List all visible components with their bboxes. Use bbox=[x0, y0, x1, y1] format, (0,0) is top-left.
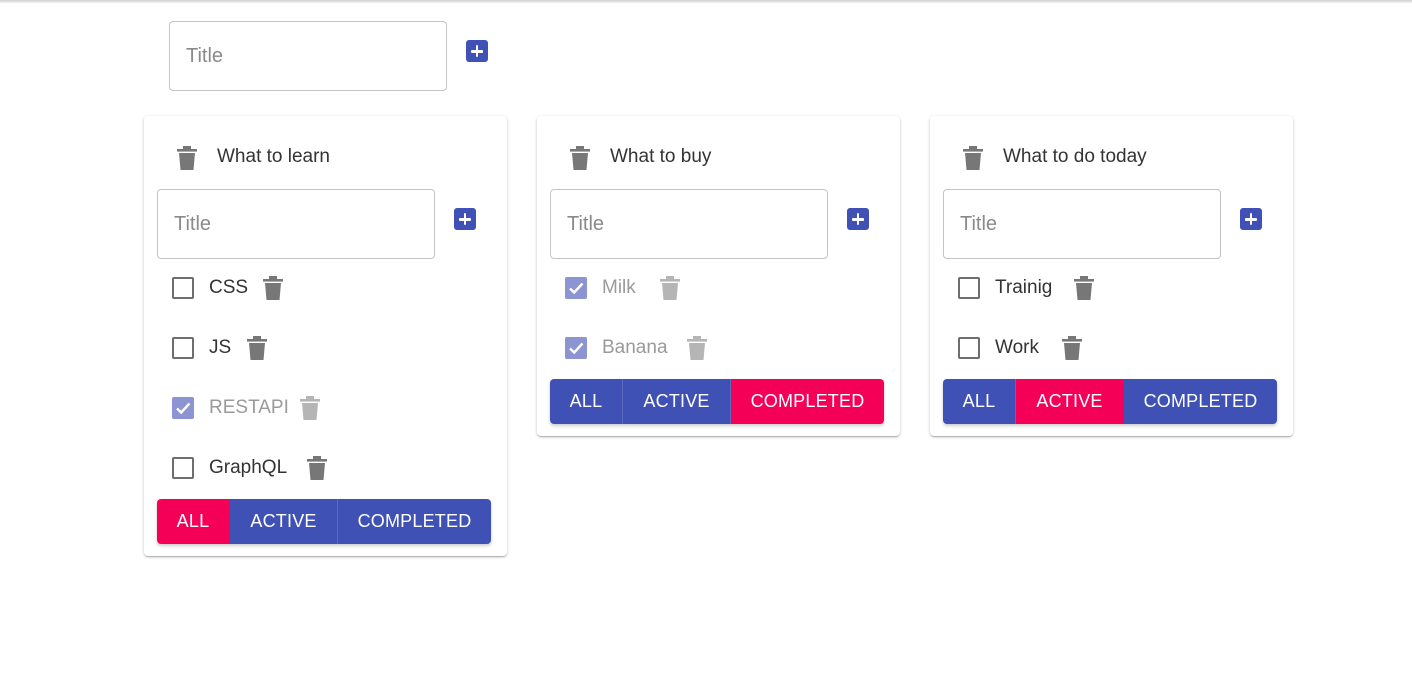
task-item: GraphQL bbox=[144, 453, 444, 483]
filter-all-button[interactable]: ALL bbox=[550, 379, 623, 424]
task-item: Banana bbox=[537, 333, 837, 363]
delete-list-trash-icon[interactable] bbox=[963, 146, 983, 170]
task-label: Banana bbox=[602, 337, 668, 358]
check-icon bbox=[569, 282, 584, 295]
task-checkbox[interactable] bbox=[172, 277, 194, 299]
delete-task-trash-icon[interactable] bbox=[1074, 276, 1094, 300]
task-title-field bbox=[157, 189, 435, 259]
task-label: CSS bbox=[209, 277, 249, 298]
delete-task-trash-icon[interactable] bbox=[660, 276, 680, 300]
delete-task-trash-icon[interactable] bbox=[300, 396, 320, 420]
todolist-card-buy: What to buy Milk Banana ALL ACTIVE COMPL… bbox=[537, 116, 900, 436]
list-title: What to do today bbox=[1003, 146, 1147, 167]
task-title-input[interactable] bbox=[158, 190, 434, 258]
filter-button-group: ALL ACTIVE COMPLETED bbox=[550, 379, 884, 424]
filter-active-button[interactable]: ACTIVE bbox=[623, 379, 731, 424]
task-title-input[interactable] bbox=[944, 190, 1220, 258]
list-title: What to buy bbox=[610, 146, 712, 167]
filter-completed-button[interactable]: COMPLETED bbox=[338, 499, 491, 544]
task-checkbox[interactable] bbox=[958, 337, 980, 359]
todolist-card-learn: What to learn CSS JS RESTAPI GraphQL bbox=[144, 116, 507, 556]
list-title: What to learn bbox=[217, 146, 330, 167]
task-checkbox[interactable] bbox=[172, 337, 194, 359]
delete-task-trash-icon[interactable] bbox=[247, 336, 267, 360]
task-item: JS bbox=[144, 333, 444, 363]
add-task-button[interactable] bbox=[847, 208, 869, 230]
task-label: Milk bbox=[602, 277, 636, 298]
task-label: JS bbox=[209, 337, 232, 358]
delete-task-trash-icon[interactable] bbox=[687, 336, 707, 360]
task-checkbox-checked[interactable] bbox=[565, 277, 587, 299]
filter-all-button[interactable]: ALL bbox=[943, 379, 1016, 424]
delete-list-trash-icon[interactable] bbox=[570, 146, 590, 170]
filter-active-button[interactable]: ACTIVE bbox=[230, 499, 338, 544]
filter-button-group: ALL ACTIVE COMPLETED bbox=[157, 499, 491, 544]
task-label: Trainig bbox=[995, 277, 1053, 298]
delete-task-trash-icon[interactable] bbox=[263, 276, 283, 300]
task-item: Trainig bbox=[930, 273, 1230, 303]
task-label: RESTAPI bbox=[209, 397, 289, 418]
new-list-title-input[interactable] bbox=[170, 22, 446, 90]
add-list-button[interactable] bbox=[466, 40, 488, 62]
delete-task-trash-icon[interactable] bbox=[1062, 336, 1082, 360]
task-item: Work bbox=[930, 333, 1230, 363]
delete-list-trash-icon[interactable] bbox=[177, 146, 197, 170]
filter-completed-button[interactable]: COMPLETED bbox=[731, 379, 884, 424]
task-title-field bbox=[943, 189, 1221, 259]
task-checkbox-checked[interactable] bbox=[172, 397, 194, 419]
filter-all-button[interactable]: ALL bbox=[157, 499, 230, 544]
task-label: Work bbox=[995, 337, 1039, 358]
filter-completed-button[interactable]: COMPLETED bbox=[1124, 379, 1277, 424]
add-task-button[interactable] bbox=[454, 208, 476, 230]
task-item: CSS bbox=[144, 273, 444, 303]
task-label: GraphQL bbox=[209, 457, 288, 478]
task-checkbox[interactable] bbox=[172, 457, 194, 479]
task-checkbox-checked[interactable] bbox=[565, 337, 587, 359]
check-icon bbox=[176, 402, 191, 415]
task-item: Milk bbox=[537, 273, 837, 303]
delete-task-trash-icon[interactable] bbox=[307, 456, 327, 480]
task-title-field bbox=[550, 189, 828, 259]
task-item: RESTAPI bbox=[144, 393, 444, 423]
filter-button-group: ALL ACTIVE COMPLETED bbox=[943, 379, 1277, 424]
filter-active-button[interactable]: ACTIVE bbox=[1016, 379, 1124, 424]
check-icon bbox=[569, 342, 584, 355]
todolist-card-today: What to do today Trainig Work ALL ACTIVE… bbox=[930, 116, 1293, 436]
task-title-input[interactable] bbox=[551, 190, 827, 258]
task-checkbox[interactable] bbox=[958, 277, 980, 299]
new-list-title-field bbox=[169, 21, 447, 91]
top-shadow-bar bbox=[0, 0, 1412, 3]
add-task-button[interactable] bbox=[1240, 208, 1262, 230]
